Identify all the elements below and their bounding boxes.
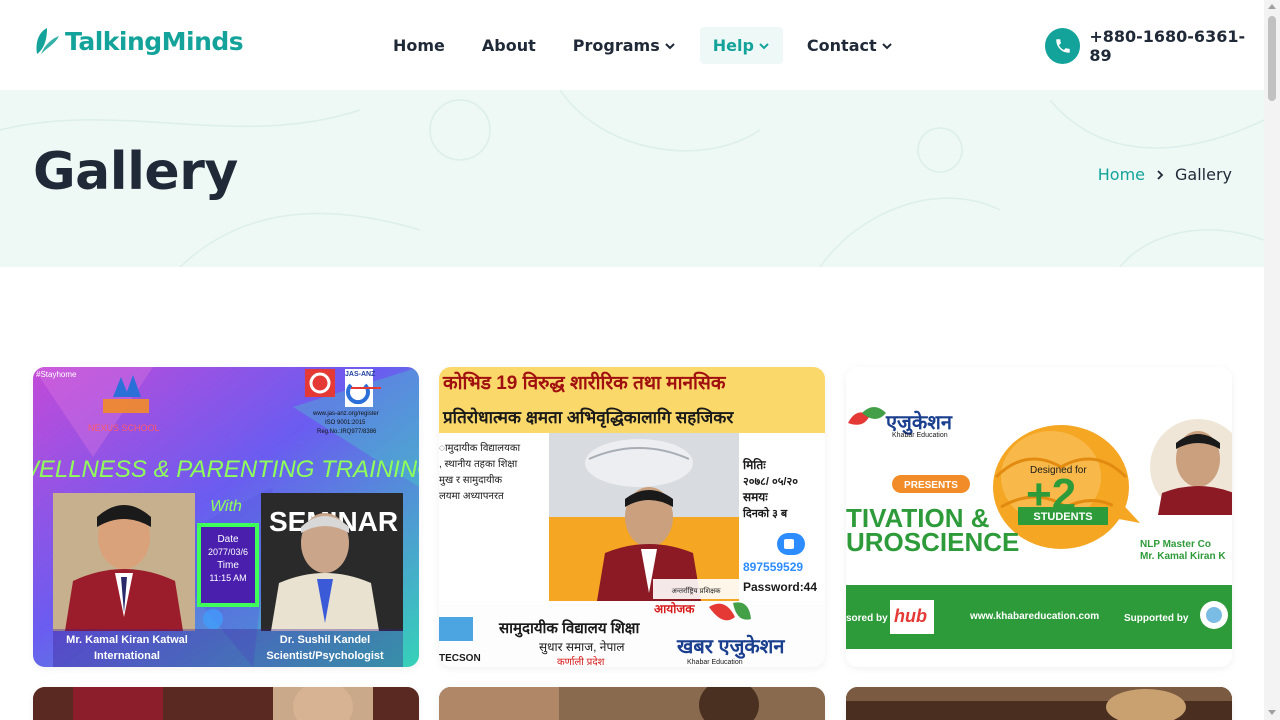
khabar-logo-sub: Khabar Education xyxy=(687,659,743,666)
nav-about-label: About xyxy=(481,36,536,55)
presents-label: PRESENTS xyxy=(904,480,958,491)
brand-name: TalkingMinds xyxy=(65,26,244,56)
poster-title: WELLNESS & PARENTING TRAINING xyxy=(33,456,419,483)
with-label: With xyxy=(210,498,242,515)
photo-5 xyxy=(439,687,825,720)
gallery-item-motivation-neuroscience[interactable]: एजुकेशन Khabar Education PRESENTS Design… xyxy=(846,367,1232,667)
gallery-item-covid-training[interactable]: कोभिड 19 विरुद्ध शारीरिक तथा मानसिक प्रत… xyxy=(439,367,825,667)
register-url: www.jas-anz.org/register xyxy=(312,411,379,417)
nav-programs-label: Programs xyxy=(572,36,660,55)
sponsored-label: sored by xyxy=(846,613,888,624)
chevron-down-icon xyxy=(665,42,675,49)
trainer-title: NLP Master Co xyxy=(1140,539,1211,550)
supported-label: Supported by xyxy=(1124,613,1189,624)
page-scrollbar[interactable] xyxy=(1264,0,1280,720)
gallery-item-photo-4[interactable] xyxy=(33,687,419,720)
meeting-id: 897559529 xyxy=(743,560,803,574)
chevron-right-icon xyxy=(1157,169,1164,180)
chevron-down-icon xyxy=(881,42,892,49)
trainer-caption: अन्तर्राष्ट्रिय प्रशिक्षक xyxy=(671,586,721,595)
covid-poster: कोभिड 19 विरुद्ध शारीरिक तथा मानसिक प्रत… xyxy=(439,367,825,667)
photo-6 xyxy=(846,687,1232,720)
scrollbar-thumb[interactable] xyxy=(1268,16,1276,101)
leaf-icon xyxy=(36,28,59,54)
date-label: Date xyxy=(217,534,239,545)
main-nav: Home About Programs Help Contact xyxy=(380,27,917,64)
time-label: समयः xyxy=(742,490,768,504)
speaker1-name: Mr. Kamal Kiran Katwal xyxy=(66,634,188,646)
iso-label: ISO 9001:2015 xyxy=(325,420,366,426)
time-label: Time xyxy=(217,560,239,571)
zoom-icon xyxy=(203,609,223,629)
nav-home-label: Home xyxy=(393,36,445,55)
province-label: कर्णाली प्रदेश xyxy=(557,656,605,667)
brand-logo[interactable]: TalkingMinds xyxy=(33,26,244,56)
stayhome-tag: #Stayhome xyxy=(36,370,77,379)
site-header: TalkingMinds Home About Programs Help Co… xyxy=(0,0,1264,90)
page-title: Gallery xyxy=(33,142,238,202)
phone-icon xyxy=(1045,28,1081,64)
school-name: NEXUS SCHOOL xyxy=(88,423,160,433)
poster-headline-1: कोभिड 19 विरुद्ध शारीरिक तथा मानसिक xyxy=(442,371,727,394)
header-phone[interactable]: +880-1680-6361-89 xyxy=(1045,27,1264,65)
body-text-line: मुख र सामुदायीक xyxy=(439,474,502,486)
phone-number: +880-1680-6361-89 xyxy=(1089,27,1246,65)
organizer-label: आयोजक xyxy=(654,602,695,616)
body-text-line: , स्थानीय तहका शिक्षा xyxy=(439,458,518,470)
date-value: 2077/03/6 xyxy=(208,547,248,557)
org-line1: सामुदायीक विद्यालय शिक्षा xyxy=(498,619,641,638)
khabar-logo-sub: Khabar Education xyxy=(892,432,948,439)
wellness-poster: #Stayhome NEXUS SCHOOL JAS-ANZ www.jas-a… xyxy=(33,367,419,667)
gallery-item-photo-6[interactable] xyxy=(846,687,1232,720)
speaker1-role: International xyxy=(94,650,160,662)
breadcrumb-current: Gallery xyxy=(1175,165,1232,184)
meeting-password: Password:44 xyxy=(743,580,817,594)
nav-home[interactable]: Home xyxy=(380,27,458,64)
tecson-logo-icon xyxy=(439,617,473,641)
org-line2: सुधार समाज, नेपाल xyxy=(539,640,625,655)
trainer-name: Mr. Kamal Kiran K xyxy=(1140,551,1226,562)
photo-4 xyxy=(33,687,419,720)
nav-help-label: Help xyxy=(712,36,754,55)
date-label: मितिः xyxy=(742,458,766,472)
website-label: www.khabareducation.com xyxy=(969,611,1099,622)
title-line2: UROSCIENCE xyxy=(846,527,1019,557)
body-text-line: लयमा अध्यापनरत xyxy=(439,491,504,502)
nav-programs[interactable]: Programs xyxy=(560,27,689,64)
poster-headline-2: प्रतिरोधात्मक क्षमता अभिवृद्धिकालागि सहज… xyxy=(442,407,734,428)
speaker2-name: Dr. Sushil Kandel xyxy=(280,634,370,646)
gallery-item-photo-5[interactable] xyxy=(439,687,825,720)
time-value: दिनको ३ ब xyxy=(742,506,788,520)
reg-number: Reg.No.:IRQ977/8386 xyxy=(317,429,377,435)
nav-help[interactable]: Help xyxy=(699,27,783,64)
speaker2-role: Scientist/Psychologist xyxy=(266,650,384,662)
neuroscience-poster: एजुकेशन Khabar Education PRESENTS Design… xyxy=(846,367,1232,667)
gallery-item-wellness-training[interactable]: #Stayhome NEXUS SCHOOL JAS-ANZ www.jas-a… xyxy=(33,367,419,667)
students-label: STUDENTS xyxy=(1033,511,1092,523)
scroll-up-arrow-icon[interactable] xyxy=(1268,4,1276,9)
chevron-down-icon xyxy=(759,42,769,49)
page-banner: Gallery Home Gallery xyxy=(0,90,1264,267)
scroll-down-arrow-icon[interactable] xyxy=(1268,710,1276,715)
hub-logo: hub xyxy=(894,606,927,626)
accreditation-label: JAS-ANZ xyxy=(345,371,376,378)
time-value: 11:15 AM xyxy=(209,573,246,583)
nav-about[interactable]: About xyxy=(469,27,549,64)
body-text-block: ामुदायीक विद्यालयका xyxy=(439,442,521,454)
breadcrumb: Home Gallery xyxy=(1098,165,1232,184)
nav-contact[interactable]: Contact xyxy=(794,27,906,64)
nav-contact-label: Contact xyxy=(806,36,877,55)
date-value: २०७८/ ०५/२० xyxy=(743,476,798,488)
breadcrumb-home[interactable]: Home xyxy=(1098,165,1145,184)
khabar-logo-text: खबर एजुकेशन xyxy=(676,634,785,659)
tecson-label: TECSON xyxy=(439,653,481,664)
